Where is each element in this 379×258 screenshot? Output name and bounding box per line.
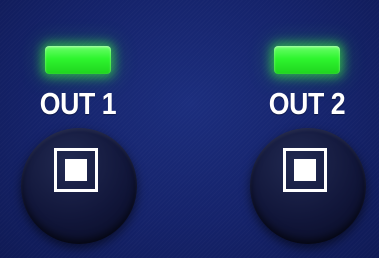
- output-2-status-led: [274, 46, 340, 74]
- output-2-label: OUT 2: [268, 86, 346, 121]
- stop-square-icon: [54, 148, 98, 192]
- output-channel-1: OUT 1: [7, 0, 157, 258]
- stop-square-icon: [283, 148, 327, 192]
- output-control-panel: OUT 1 OUT 2: [0, 0, 379, 258]
- output-1-status-led: [45, 46, 111, 74]
- output-1-label: OUT 1: [39, 86, 117, 121]
- output-channel-2: OUT 2: [236, 0, 379, 258]
- output-1-toggle-button[interactable]: [21, 128, 137, 244]
- output-2-toggle-button[interactable]: [250, 128, 366, 244]
